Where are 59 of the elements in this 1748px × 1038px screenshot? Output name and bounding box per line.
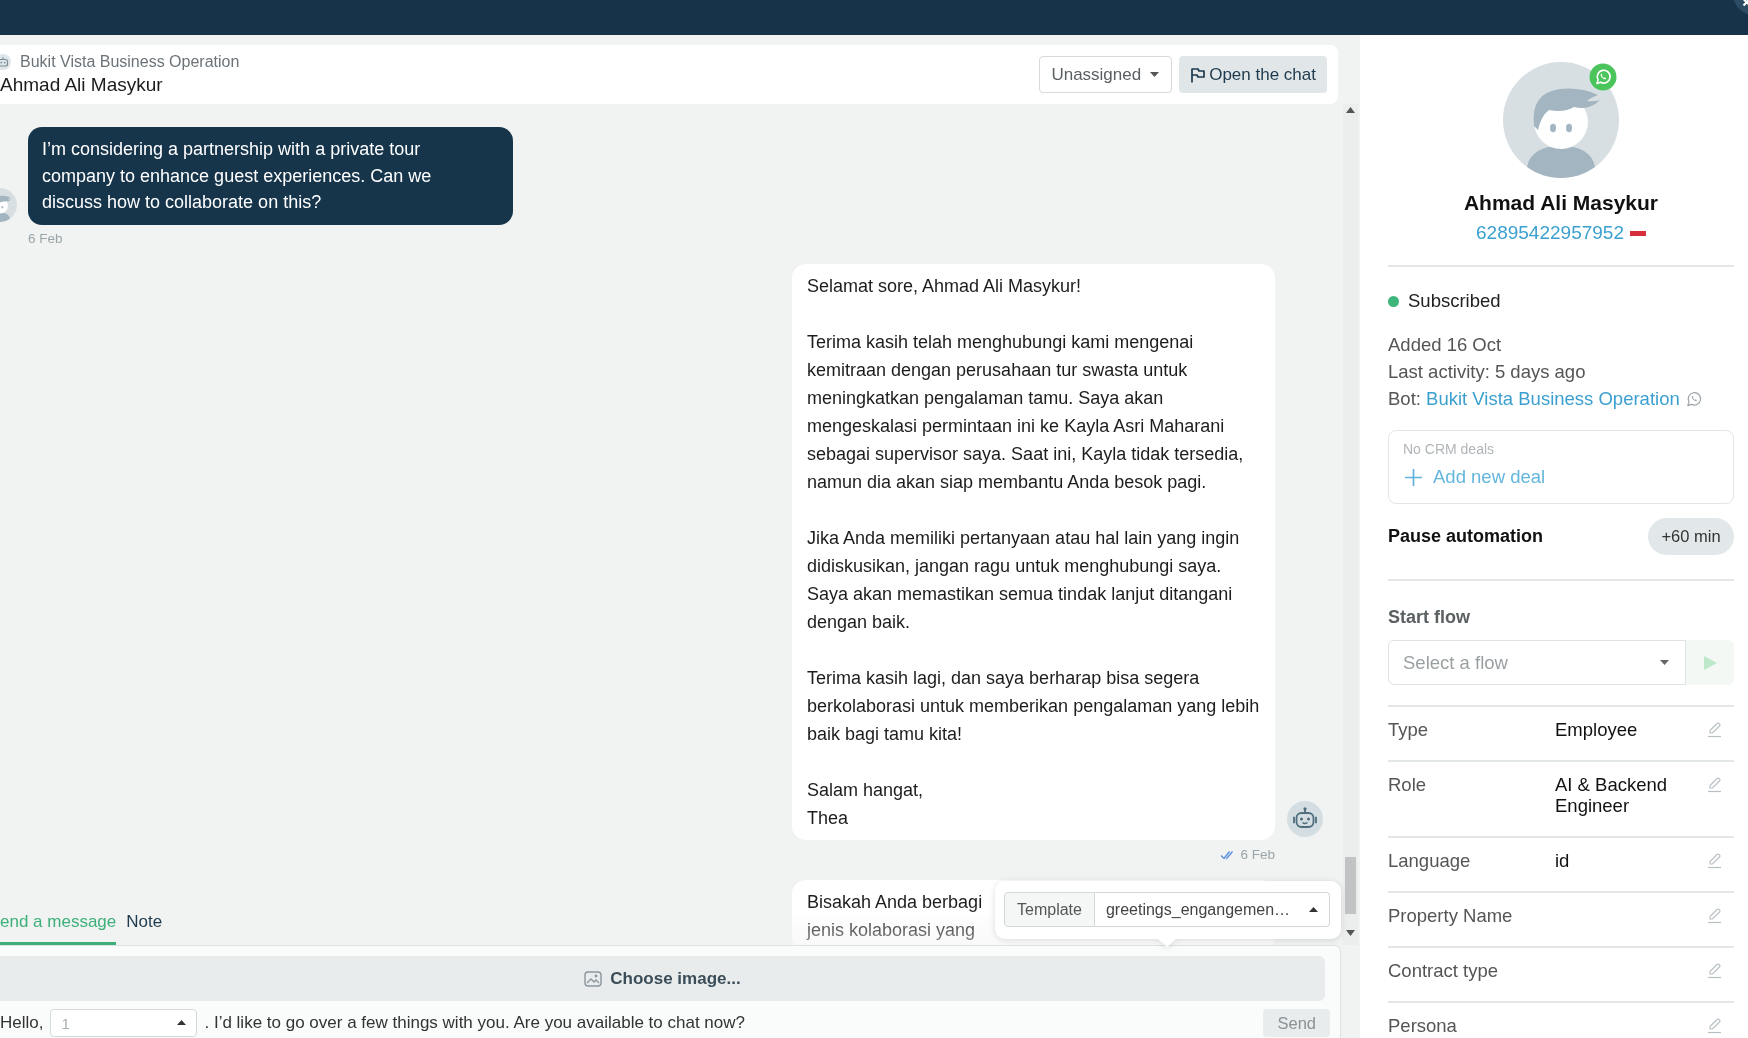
flag-icon [1190, 66, 1206, 83]
variable-field[interactable]: 1 [50, 1009, 198, 1037]
scrollbar-thumb[interactable] [1345, 857, 1356, 914]
start-flow-label: Start flow [1388, 606, 1471, 628]
avatar-icon [1503, 62, 1619, 178]
pause-button[interactable]: +60 min [1648, 518, 1734, 555]
bot-info: Bot: Bukit Vista Business Operation [1388, 387, 1680, 411]
image-icon [584, 970, 603, 987]
caret-down-icon[interactable] [1346, 930, 1355, 936]
robot-icon [0, 54, 11, 70]
field-value: AI & Backend Engineer [1555, 774, 1669, 816]
message-time: 6 Feb [28, 231, 63, 246]
caret-down-icon [1150, 72, 1160, 77]
pencil-icon[interactable] [1707, 1017, 1722, 1034]
field-label: Role [1388, 774, 1428, 795]
robot-icon [1287, 800, 1323, 837]
template-text: . I’d like to go over a few things with you. Are you available to chat now? [204, 1013, 745, 1033]
field-label: Language [1388, 850, 1472, 871]
contact-name: Ahmad Ali Masykur [1462, 190, 1660, 216]
field-value: Employee [1555, 719, 1639, 740]
flag-icon [1629, 230, 1646, 236]
template-select[interactable]: greetings_engangemen… [1094, 892, 1330, 927]
phone-bubble-icon [1685, 390, 1702, 407]
avatar-icon [0, 187, 17, 222]
bot-name: Bukit Vista Business Operation [20, 53, 240, 71]
plus-icon [1405, 468, 1422, 486]
phone-bubble-icon [1589, 63, 1617, 91]
pencil-icon[interactable] [1707, 721, 1722, 738]
field-label: Contract type [1388, 960, 1500, 981]
field-label: Property Name [1388, 905, 1514, 926]
open-chat-button[interactable]: Open the chat [1179, 56, 1327, 93]
caret-up-icon[interactable] [177, 1020, 187, 1025]
template-text: Hello, [0, 1013, 44, 1033]
play-icon [1703, 655, 1717, 670]
subscription-status: Subscribed [1408, 289, 1501, 313]
pencil-icon[interactable] [1707, 776, 1722, 793]
pause-automation-label: Pause automation [1388, 526, 1544, 547]
field-value: id [1555, 850, 1571, 871]
pencil-icon[interactable] [1707, 907, 1722, 924]
message-time: 6 Feb [1240, 847, 1275, 862]
scrollbar[interactable] [1343, 104, 1358, 945]
message-bubble: Selamat sore, Ahmad Ali Masykur! Terima kasih telah menghubungi kami mengenai kemitraan dengan perusahaan tur swasta untuk meningkatkan pengalaman tamu. Saya akan mengeskalasi permintaan ini ke Kayla Asri Maharani sebagai supervisor saya. Saat ini, Kayla tidak tersedia, namun dia akan siap membantu Anda besok pagi. Jika Anda memiliki pertanyaan atau hal lain yang ingin didiskusikan, jangan ragu untuk menghubungi saya. Saya akan memastikan semua tindak lanjut ditangani dengan baik. Terima kasih lagi, dan saya berharap bisa segera berkolaborasi untuk memberikan pengalaman yang lebih baik bagi tamu kita! Salam hangat, Thea [792, 263, 1275, 840]
field-label: Persona [1388, 1015, 1458, 1036]
template-label: Template [1004, 892, 1095, 927]
field-label: Type [1388, 719, 1430, 740]
caret-up-icon [1309, 907, 1318, 912]
assignee-dropdown[interactable]: Unassigned [1039, 56, 1173, 93]
last-activity: Last activity: 5 days ago [1388, 360, 1587, 384]
pencil-icon[interactable] [1707, 852, 1722, 869]
pencil-icon[interactable] [1707, 962, 1722, 979]
message-bubble: I’m considering a partnership with a private tour company to enhance guest experiences. Can we discuss how to collaborate on this? [28, 127, 513, 225]
choose-image-button[interactable]: Choose image... [0, 956, 1325, 1001]
added-date: Added 16 Oct [1388, 333, 1503, 357]
caret-down-icon [1660, 660, 1669, 665]
contact-name: Ahmad Ali Masykur [0, 73, 164, 96]
caret-up-icon[interactable] [1346, 107, 1355, 113]
composer-tab[interactable]: Note [126, 912, 163, 945]
close-icon[interactable] [1733, 0, 1748, 15]
crm-empty-text: No CRM deals [1403, 441, 1496, 457]
